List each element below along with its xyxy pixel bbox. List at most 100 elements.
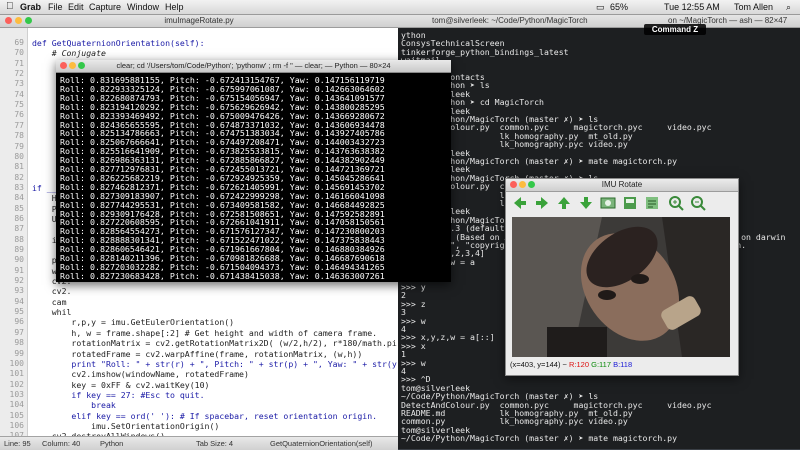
line-number: 82 (14, 172, 24, 182)
line-number: 88 (14, 234, 24, 244)
battery-icon[interactable]: ▭ (596, 0, 605, 14)
pixel-red: R:120 (569, 360, 590, 369)
editor-status-bar: Line: 95 Column: 40 Python Tab Size: 4 G… (0, 436, 398, 450)
line-number: 103 (9, 389, 24, 399)
code-line: cam (32, 296, 67, 307)
pixel-coordinates: (x=403, y=144) ~ (510, 360, 569, 369)
code-line: def GetQuaternionOrientation(self): (32, 38, 205, 48)
line-number: 73 (14, 79, 24, 89)
imu-title-bar: IMU Rotate (506, 179, 738, 192)
line-number: 93 (14, 286, 24, 296)
terminal-popup-title: clear; cd '/Users/tom/Code/Python'; 'pyt… (116, 61, 391, 70)
line-number: 86 (14, 213, 24, 223)
line-number: 89 (14, 245, 24, 254)
minimize-button[interactable] (69, 62, 76, 69)
code-line: h, w = frame.shape[:2] # Get height and … (32, 327, 378, 338)
imu-toolbar (506, 192, 738, 214)
line-number: 104 (9, 400, 24, 410)
line-number: 105 (9, 410, 24, 420)
code-line: if key == 27: #Esc to quit. (32, 389, 205, 400)
line-number: 95 (14, 307, 24, 317)
arrow-down-icon[interactable] (578, 195, 594, 211)
spotlight-icon[interactable]: ⌕ (786, 0, 791, 14)
status-column: Column: 40 (42, 439, 81, 448)
line-number: 97 (14, 327, 24, 337)
image-icon[interactable] (600, 195, 616, 211)
minimize-button[interactable] (519, 181, 526, 188)
zoom-out-icon[interactable] (690, 195, 706, 211)
line-number: 90 (14, 255, 24, 265)
imu-title: IMU Rotate (601, 180, 643, 189)
line-number: 75 (14, 100, 24, 110)
code-line: imu.SetOrientationOrigin() (32, 420, 220, 431)
rotated-camera-photo (512, 217, 730, 357)
zoom-button[interactable] (528, 181, 535, 188)
line-number: 102 (9, 379, 24, 389)
line-number: 84 (14, 193, 24, 203)
arrow-right-icon[interactable] (534, 195, 550, 211)
close-button[interactable] (60, 62, 67, 69)
line-number: 78 (14, 131, 24, 141)
line-number: 76 (14, 110, 24, 120)
code-line: break (32, 400, 116, 411)
line-number: 85 (14, 203, 24, 213)
line-number: 94 (14, 296, 24, 306)
line-number: 81 (14, 162, 24, 172)
status-line: Line: 95 (4, 439, 31, 448)
line-number: 80 (14, 151, 24, 161)
battery-percent: 65% (610, 2, 629, 12)
apple-icon[interactable]:  (6, 0, 14, 14)
terminal-right-line: ~/Code/Python/MagicTorch (master ✗) ➤ ma… (401, 433, 678, 444)
code-line: cv2.imshow(windowName, rotatedFrame) (32, 369, 249, 380)
menu-capture[interactable]: Capture (89, 0, 121, 14)
line-number: 77 (14, 120, 24, 130)
line-number: 91 (14, 265, 24, 275)
status-tab-size[interactable]: Tab Size: 4 (196, 437, 233, 450)
terminal-popup-line: Roll: 0.827230683428, Pitch: -0.67143841… (60, 270, 385, 281)
close-button[interactable] (5, 17, 12, 24)
line-number: 100 (9, 358, 24, 368)
minimize-button[interactable] (15, 17, 22, 24)
line-number: 98 (14, 338, 24, 348)
user-name[interactable]: Tom Allen (734, 0, 773, 14)
menu-edit[interactable]: Edit (68, 0, 84, 14)
code-line: elif key == ord(' '): # If spacebar, res… (32, 410, 378, 421)
app-menu[interactable]: Grab (20, 0, 41, 14)
zoom-button[interactable] (25, 17, 32, 24)
status-language[interactable]: Python (100, 437, 123, 450)
line-number: 99 (14, 348, 24, 358)
pixel-green: G:117 (591, 360, 611, 369)
line-number: 79 (14, 141, 24, 151)
line-number: 87 (14, 224, 24, 234)
line-number: 71 (14, 58, 24, 68)
menu-help[interactable]: Help (165, 0, 184, 14)
line-number: 72 (14, 69, 24, 79)
editor-title: imuImageRotate.py (164, 16, 234, 25)
line-number: 83 (14, 182, 24, 192)
arrow-left-icon[interactable] (512, 195, 528, 211)
terminal-popup-title-bar: clear; cd '/Users/tom/Code/Python'; 'pyt… (56, 60, 451, 73)
line-number: 106 (9, 420, 24, 430)
editor-title-bar: imuImageRotate.py (0, 14, 398, 28)
menu-window[interactable]: Window (127, 0, 159, 14)
clock[interactable]: Tue 12:55 AM (664, 0, 720, 14)
zoom-in-icon[interactable] (668, 195, 684, 211)
code-line: whil (32, 307, 72, 318)
imu-rotate-window[interactable]: IMU Rotate (x=403, y=144) ~ R:120 G:117 … (505, 178, 739, 376)
close-button[interactable] (510, 181, 517, 188)
line-number: 70 (14, 48, 24, 58)
code-line: cv2. (32, 286, 72, 297)
zoom-button[interactable] (78, 62, 85, 69)
code-line: print "Roll: " + str(r) + ", Pitch: " + … (32, 358, 402, 369)
save-icon[interactable] (622, 195, 638, 211)
menu-bar:  Grab File Edit Capture Window Help ▭ 6… (0, 0, 800, 15)
menu-file[interactable]: File (48, 0, 63, 14)
status-function[interactable]: GetQuaternionOrientation(self) (270, 437, 373, 450)
line-number: 96 (14, 317, 24, 327)
code-line: rotatedFrame = cv2.warpAffine(frame, rot… (32, 348, 363, 359)
keystroke-overlay: Command Z (644, 24, 706, 35)
properties-icon[interactable] (644, 195, 660, 211)
arrow-up-icon[interactable] (556, 195, 572, 211)
terminal-window-popup[interactable]: clear; cd '/Users/tom/Code/Python'; 'pyt… (56, 60, 451, 282)
line-number: 69 (14, 38, 24, 47)
